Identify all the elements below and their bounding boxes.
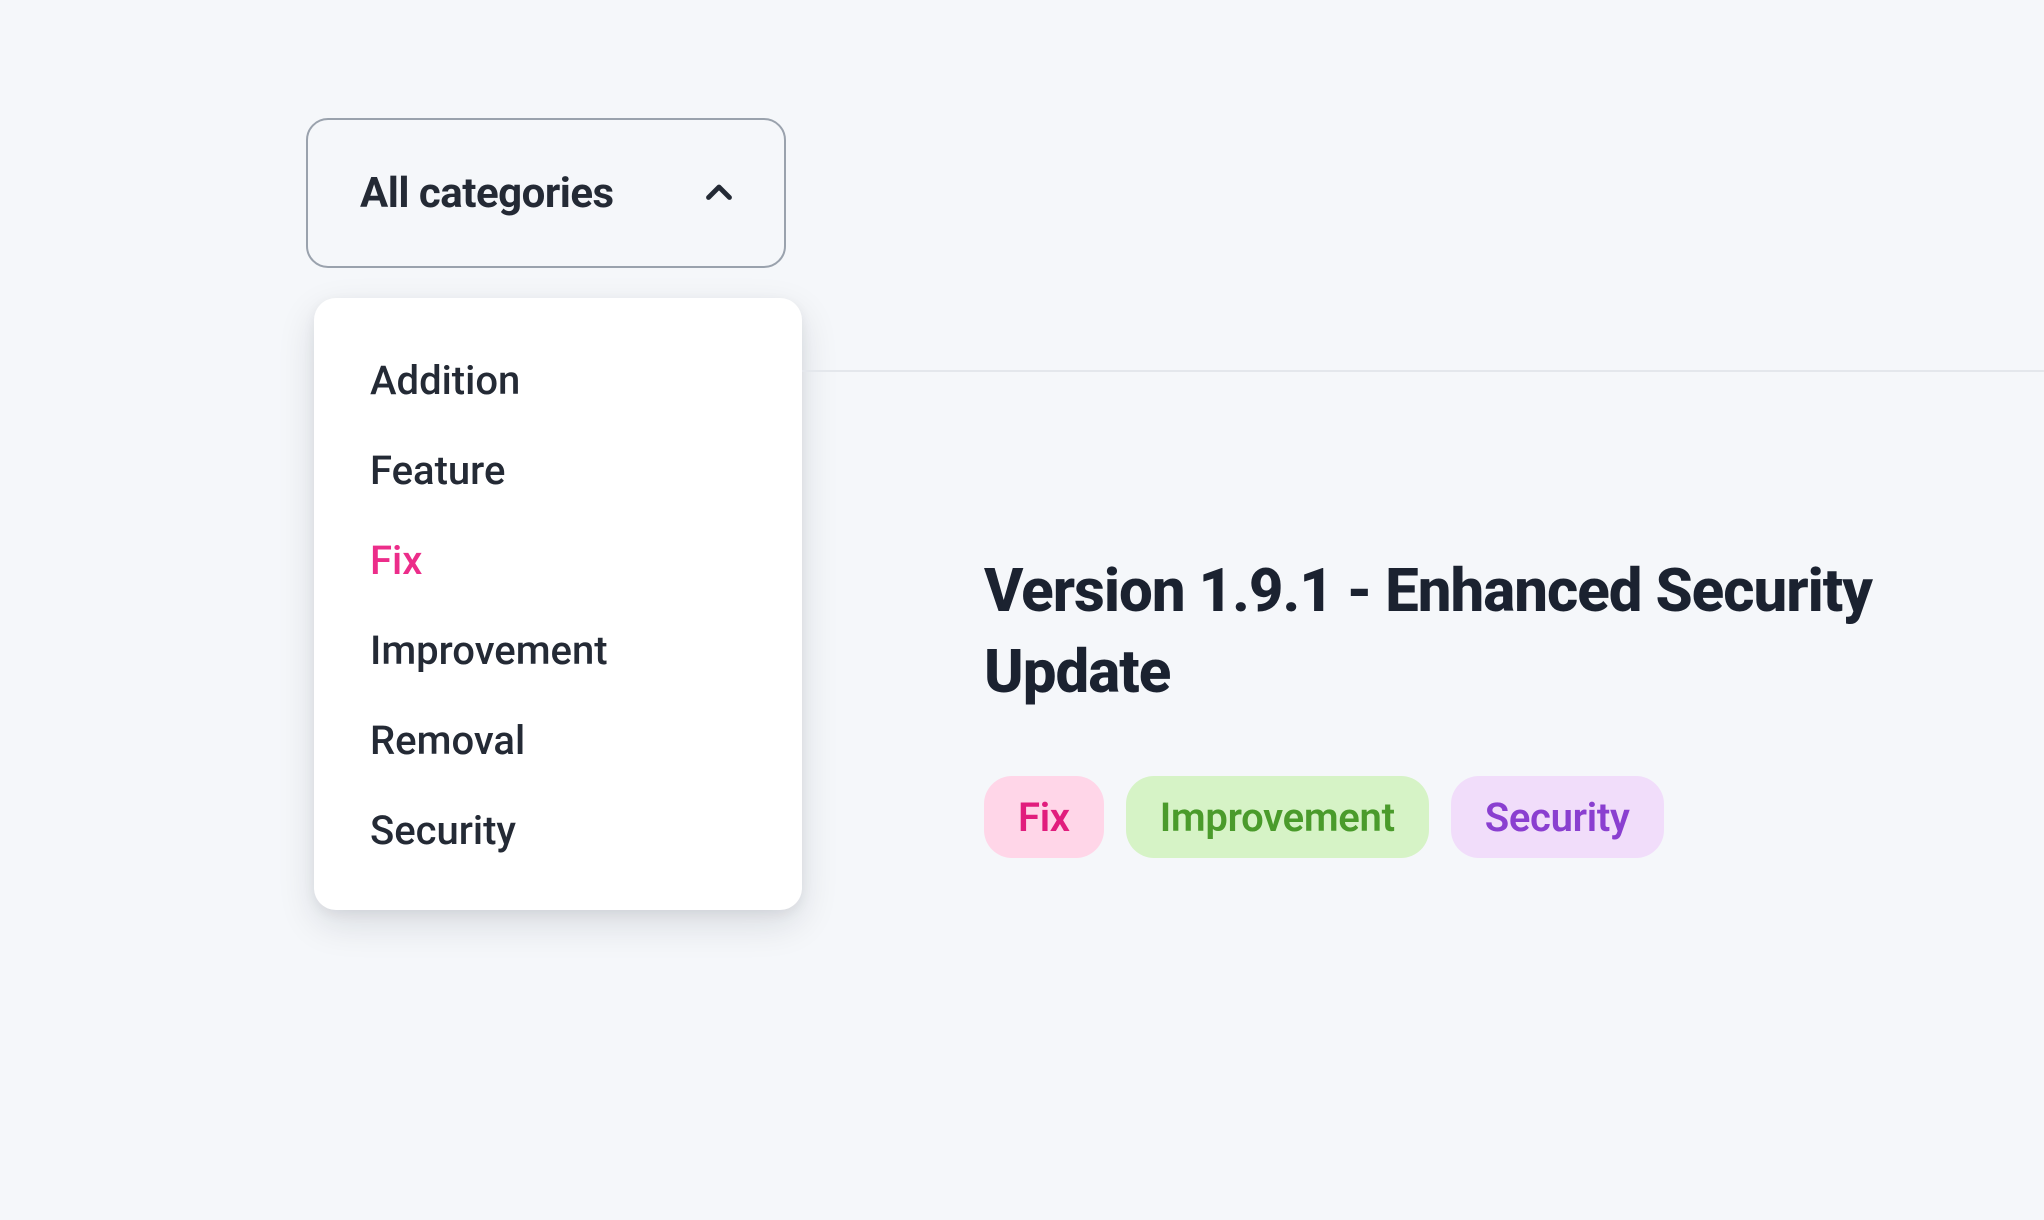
category-filter-dropdown[interactable]: All categories <box>306 118 786 268</box>
category-option-security[interactable]: Security <box>314 786 802 876</box>
changelog-entry: Version 1.9.1 - Enhanced Security Update… <box>984 550 1984 858</box>
category-option-label: Feature <box>370 447 505 494</box>
category-filter-label: All categories <box>360 169 614 218</box>
category-option-label: Improvement <box>370 627 608 674</box>
category-option-feature[interactable]: Feature <box>314 426 802 516</box>
category-option-label: Fix <box>370 537 422 584</box>
tag-improvement[interactable]: Improvement <box>1126 776 1429 858</box>
entry-title: Version 1.9.1 - Enhanced Security Update <box>984 550 1944 712</box>
entry-tags: Fix Improvement Security <box>984 776 1984 858</box>
category-option-fix[interactable]: Fix <box>314 516 802 606</box>
category-option-removal[interactable]: Removal <box>314 696 802 786</box>
tag-fix[interactable]: Fix <box>984 776 1104 858</box>
page-root: All categories Addition Feature Fix Impr… <box>0 0 2044 1220</box>
category-option-improvement[interactable]: Improvement <box>314 606 802 696</box>
category-filter-menu: Addition Feature Fix Improvement Removal… <box>314 298 802 910</box>
category-option-addition[interactable]: Addition <box>314 336 802 426</box>
tag-security[interactable]: Security <box>1451 776 1664 858</box>
chevron-up-icon <box>700 174 738 212</box>
section-divider <box>802 370 2044 372</box>
category-option-label: Removal <box>370 717 525 764</box>
category-option-label: Addition <box>370 357 520 404</box>
category-option-label: Security <box>370 807 516 854</box>
